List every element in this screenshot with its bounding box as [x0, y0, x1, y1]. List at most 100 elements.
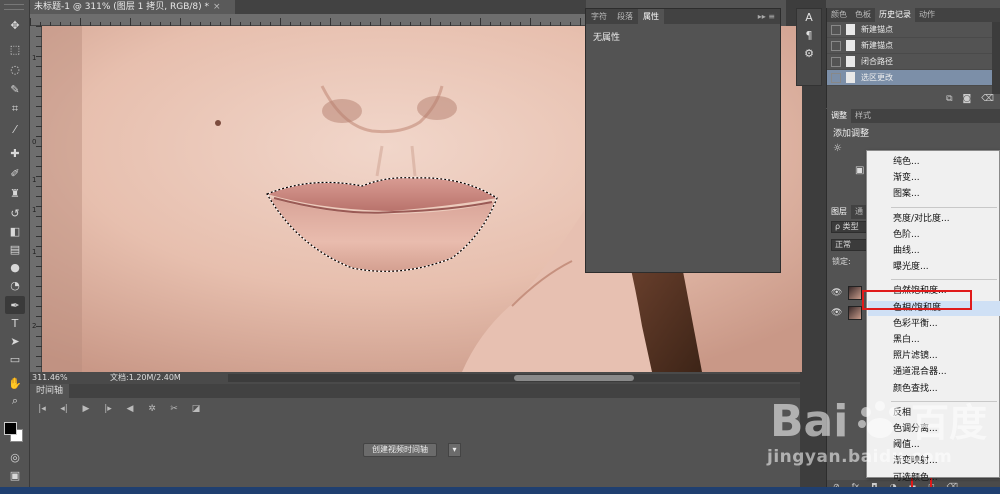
menu-item[interactable]: 反相 — [868, 406, 1000, 421]
screen-mode-icon[interactable]: ▣ — [5, 466, 25, 484]
layer-row[interactable]: 👁 — [827, 303, 867, 323]
properties-panel-icon[interactable]: ⚙ — [797, 45, 821, 63]
history-checkbox[interactable] — [831, 24, 841, 35]
settings-gear-icon[interactable]: ✲ — [146, 404, 158, 414]
gradient-tool-icon[interactable]: ▤ — [5, 240, 25, 258]
menu-item[interactable]: 颜色查找... — [868, 382, 1000, 397]
tab-layers[interactable]: 图层 — [827, 205, 851, 219]
previous-frame-icon[interactable]: ◂| — [58, 404, 70, 414]
quick-select-tool-icon[interactable]: ✎ — [5, 80, 25, 98]
scrollbar-thumb[interactable] — [514, 375, 634, 381]
camera-icon[interactable]: ◙ — [963, 94, 972, 108]
menu-item[interactable]: 通道混合器... — [868, 365, 1000, 380]
hand-tool-icon[interactable]: ✋ — [5, 374, 25, 392]
document-tab[interactable]: 未标题-1 @ 311% (图层 1 拷贝, RGB/8) * × — [30, 0, 235, 14]
transition-icon[interactable]: ◪ — [190, 404, 202, 414]
history-item[interactable]: 闭合路径 — [827, 54, 1000, 70]
tab-properties[interactable]: 属性 — [638, 9, 664, 24]
history-item-label: 新建锚点 — [861, 41, 893, 50]
menu-item[interactable]: 亮度/对比度... — [868, 212, 1000, 227]
healing-brush-tool-icon[interactable]: ✚ — [5, 144, 25, 162]
eyedropper-tool-icon[interactable]: ⁄ — [5, 120, 25, 138]
history-checkbox[interactable] — [831, 56, 841, 67]
properties-panel-body: 无属性 — [593, 33, 621, 43]
menu-item[interactable]: 图案... — [868, 187, 1000, 202]
eraser-tool-icon[interactable]: ◧ — [5, 222, 25, 240]
tab-paragraph[interactable]: 段落 — [612, 9, 638, 24]
lasso-tool-icon[interactable]: ◌ — [5, 60, 25, 78]
history-item[interactable]: 新建锚点 — [827, 22, 1000, 38]
history-brush-tool-icon[interactable]: ↺ — [5, 204, 25, 222]
brightness-adjust-icon[interactable]: ☼ — [833, 143, 842, 154]
zoom-tool-icon[interactable]: ⌕ — [5, 392, 25, 410]
quick-mask-icon[interactable]: ◎ — [5, 448, 25, 466]
paragraph-panel-icon[interactable]: ¶ — [797, 27, 821, 45]
history-scrollbar[interactable] — [992, 22, 1000, 94]
menu-item[interactable]: 照片滤镜... — [868, 349, 1000, 364]
menu-item[interactable]: 黑白... — [868, 333, 1000, 348]
dodge-tool-icon[interactable]: ◔ — [5, 276, 25, 294]
rectangle-tool-icon[interactable]: ▭ — [5, 350, 25, 368]
zoom-level[interactable]: 311.46% — [32, 372, 68, 384]
tab-timeline[interactable]: 时间轴 — [30, 384, 70, 398]
character-panel-icon[interactable]: A — [797, 9, 821, 27]
next-frame-icon[interactable]: |▸ — [102, 404, 114, 414]
path-selection-tool-icon[interactable]: ➤ — [5, 332, 25, 350]
layer-row[interactable]: 👁 — [827, 283, 867, 303]
horizontal-scrollbar[interactable] — [228, 374, 800, 382]
new-document-from-state-icon[interactable]: ⧉ — [946, 94, 952, 108]
play-icon[interactable]: ▶ — [80, 404, 92, 414]
ruler-tick — [280, 18, 281, 26]
close-icon[interactable]: × — [213, 2, 221, 12]
menu-separator — [891, 400, 997, 402]
toolbar-grip[interactable] — [4, 4, 24, 10]
marquee-tool-icon[interactable]: ⬚ — [5, 40, 25, 58]
history-item-selected[interactable]: 选区更改 — [827, 70, 1000, 86]
blend-mode-select[interactable]: 正常 — [831, 239, 869, 251]
go-to-first-frame-icon[interactable]: |◂ — [36, 404, 48, 414]
type-tool-icon[interactable]: T — [5, 314, 25, 332]
layer-filter-select[interactable]: ρ 类型 — [831, 221, 869, 233]
create-video-timeline-button[interactable]: 创建视频时间轴 — [363, 443, 437, 457]
history-checkbox[interactable] — [831, 72, 841, 83]
menu-separator — [891, 279, 997, 281]
menu-item[interactable]: 色阶... — [868, 228, 1000, 243]
pen-tool-icon[interactable]: ✒ — [5, 296, 25, 314]
eye-icon[interactable]: 👁 — [831, 308, 842, 318]
tab-styles[interactable]: 样式 — [851, 109, 875, 123]
crop-tool-icon[interactable]: ⌗ — [5, 100, 25, 118]
menu-item[interactable]: 色调分离... — [868, 422, 1000, 437]
ruler-tick — [380, 18, 381, 26]
tab-history[interactable]: 历史记录 — [875, 8, 915, 22]
brush-tool-icon[interactable]: ✐ — [5, 164, 25, 182]
menu-item[interactable]: 色彩平衡... — [868, 317, 1000, 332]
properties-panel-tabs: 字符 段落 属性 ▸▸ ≡ — [586, 9, 780, 24]
move-tool-icon[interactable]: ✥ — [5, 16, 25, 34]
document-size[interactable]: 文档:1.20M/2.40M — [110, 372, 181, 384]
menu-item[interactable]: 曲线... — [868, 244, 1000, 259]
history-item-label: 选区更改 — [861, 73, 893, 82]
clone-stamp-tool-icon[interactable]: ♜ — [5, 184, 25, 202]
tab-adjustments[interactable]: 调整 — [827, 109, 851, 123]
ruler-number: 1 — [32, 206, 37, 214]
trash-icon[interactable]: ⌫ — [981, 94, 994, 108]
menu-item[interactable]: 可选颜色... — [868, 471, 1000, 486]
blur-tool-icon[interactable]: ● — [5, 258, 25, 276]
chevron-down-icon[interactable]: ▾ — [448, 443, 461, 457]
tab-swatches[interactable]: 色板 — [851, 8, 875, 22]
tab-color[interactable]: 颜色 — [827, 8, 851, 22]
split-scissors-icon[interactable]: ✂ — [168, 404, 180, 414]
tab-actions[interactable]: 动作 — [915, 8, 939, 22]
foreground-color-swatch[interactable] — [4, 422, 17, 435]
tab-character[interactable]: 字符 — [586, 9, 612, 24]
menu-item[interactable]: 曝光度... — [868, 260, 1000, 275]
history-checkbox[interactable] — [831, 40, 841, 51]
photo-filter-icon[interactable]: ▣ — [855, 165, 864, 176]
menu-item[interactable]: 渐变... — [868, 171, 1000, 186]
eye-icon[interactable]: 👁 — [831, 288, 842, 298]
audio-icon[interactable]: ◀ — [124, 404, 136, 414]
tab-channels[interactable]: 通 — [851, 205, 867, 219]
panel-menu-icon[interactable]: ▸▸ ≡ — [753, 9, 780, 24]
menu-item[interactable]: 纯色... — [868, 155, 1000, 170]
history-item[interactable]: 新建锚点 — [827, 38, 1000, 54]
